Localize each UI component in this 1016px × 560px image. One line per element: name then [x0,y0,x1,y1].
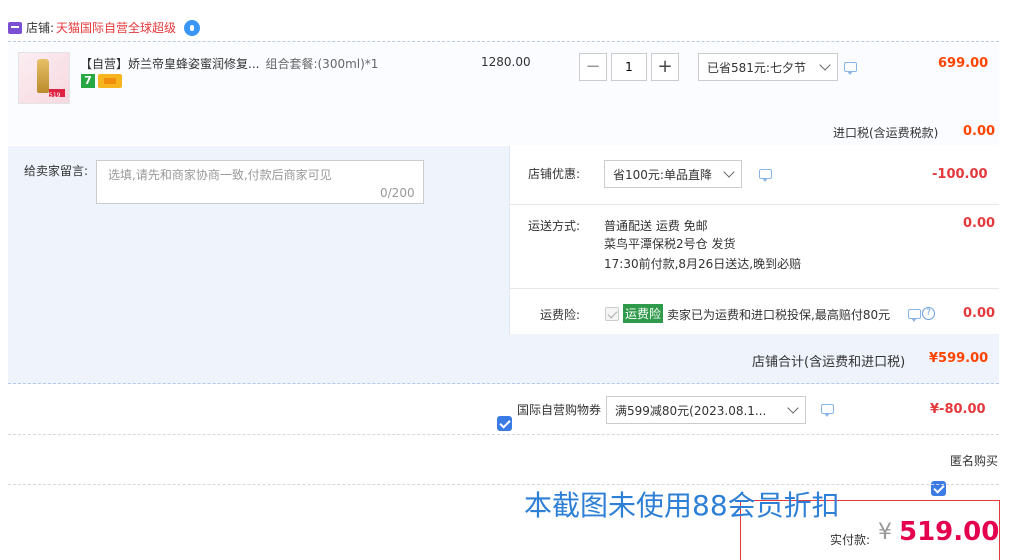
product-thumbnail[interactable]: 519 [18,52,70,104]
shop-header: 店铺: 天猫国际自营全球超级 [8,14,999,42]
chevron-down-icon [819,59,831,71]
shop-total-label: 店铺合计(含运费和进口税) [752,355,906,370]
payment-total: 519.00 [899,517,1000,547]
thumb-price: 519 [49,92,61,99]
shipping-label: 运送方式: [528,219,581,233]
coupon-select[interactable]: 满599减80元(2023.08.1... [606,396,806,424]
insurance-value: 0.00 [963,306,996,321]
insurance-text: 卖家已为运费和进口税投保,最高赔付80元 [667,308,891,322]
tmall-icon [8,21,22,34]
quantity-plus-button[interactable]: + [651,53,679,81]
shop-discount-value: -100.00 [932,167,988,182]
quantity-stepper: − + [579,53,679,81]
insurance-checkbox [605,307,619,321]
anonymous-label: 匿名购买 [950,454,999,468]
shop-discount-select[interactable]: 省100元:单品直降 [604,160,742,188]
seller-message-label: 给卖家留言: [24,164,89,178]
quantity-input[interactable] [611,53,647,81]
wangwang-chat-icon[interactable] [184,19,201,36]
product-title[interactable]: 【自营】娇兰帝皇蜂姿蜜润修复... 组合套餐:(300ml)*1 [80,55,378,72]
shipping-method: 普通配送 运费 免邮 [604,219,708,233]
currency-symbol: ¥ [878,520,892,545]
shop-total-value: ¥599.00 [929,351,989,366]
coupon-checkbox[interactable] [497,416,512,431]
insurance-label: 运费险: [540,308,581,322]
unit-price: 1280.00 [481,55,531,69]
shipping-value: 0.00 [963,216,996,231]
quantity-minus-button[interactable]: − [579,53,607,81]
shipping-eta: 17:30前付款,8月26日送达,晚到必赔 [604,257,802,271]
bottle-image [37,59,49,93]
payment-label: 实付款: [830,533,871,547]
item-discount-select[interactable]: 已省581元:七夕节 [698,53,838,81]
coupon-info-icon[interactable] [821,404,834,417]
import-tax-label: 进口税(含运费税款) [833,126,939,140]
shop-discount-label: 店铺优惠: [528,167,581,181]
coupon-value: ¥-80.00 [930,402,986,417]
shop-discount-info-icon[interactable] [759,169,772,182]
message-char-counter: 0/200 [380,186,415,200]
product-spec: 组合套餐:(300ml)*1 [265,57,379,71]
chevron-down-icon [723,166,735,178]
shop-name-link[interactable]: 天猫国际自营全球超级 [56,19,176,36]
item-subtotal: 699.00 [938,56,989,71]
screenshot-note: 本截图未使用88会员折扣 [524,489,840,522]
import-tax-value: 0.00 [963,124,996,139]
chevron-down-icon [787,402,799,414]
insurance-chat-icon[interactable] [908,309,921,322]
help-icon[interactable]: ? [922,307,935,320]
shop-label: 店铺: [26,21,55,35]
insurance-tag: 运费险 [623,304,664,323]
card-payment-icon [98,74,122,88]
discount-info-icon[interactable] [844,62,857,75]
coupon-label: 国际自营购物券 [517,403,602,417]
seven-day-return-badge: 7 [81,74,95,88]
shipping-warehouse: 菜鸟平潭保税2号仓 发货 [604,237,736,251]
seller-message-placeholder: 选填,请先和商家协商一致,付款后商家可见 [108,168,332,182]
